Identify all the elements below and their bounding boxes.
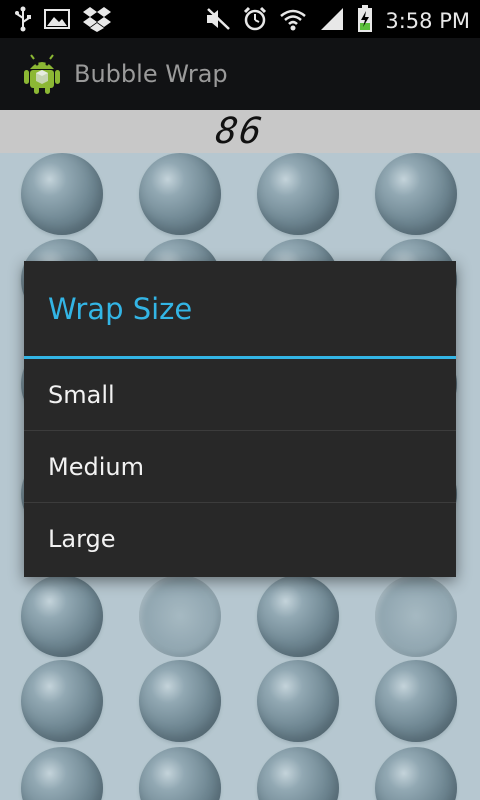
status-bar: 3:58 PM xyxy=(0,0,480,38)
bubble[interactable] xyxy=(139,660,221,742)
bubble[interactable] xyxy=(21,153,103,235)
wifi-icon xyxy=(279,7,307,35)
bubble[interactable] xyxy=(375,747,457,800)
bubble[interactable] xyxy=(257,660,339,742)
bubble-popped[interactable] xyxy=(375,575,457,657)
bubble[interactable] xyxy=(257,575,339,657)
image-icon xyxy=(44,8,70,34)
app-title: Bubble Wrap xyxy=(74,60,228,88)
option-large[interactable]: Large xyxy=(24,503,456,575)
signal-icon xyxy=(319,7,345,35)
bubble-popped[interactable] xyxy=(139,575,221,657)
action-bar: Bubble Wrap xyxy=(0,38,480,110)
mute-icon xyxy=(205,7,231,35)
battery-charging-icon xyxy=(357,5,373,37)
bubble[interactable] xyxy=(139,747,221,800)
option-medium[interactable]: Medium xyxy=(24,431,456,503)
alarm-icon xyxy=(243,6,267,36)
option-small[interactable]: Small xyxy=(24,359,456,431)
wrap-size-dialog: Wrap Size Small Medium Large xyxy=(24,261,456,577)
bubble[interactable] xyxy=(375,660,457,742)
bubble[interactable] xyxy=(21,747,103,800)
notification-icons xyxy=(14,6,112,36)
bubble[interactable] xyxy=(21,660,103,742)
system-icons: 3:58 PM xyxy=(205,5,470,37)
android-icon[interactable] xyxy=(22,53,62,95)
bubble[interactable] xyxy=(257,153,339,235)
bubble[interactable] xyxy=(257,747,339,800)
pop-counter: 86 xyxy=(213,111,267,152)
pop-counter-bar: 86 xyxy=(0,110,480,153)
usb-icon xyxy=(14,6,32,36)
bubble[interactable] xyxy=(139,153,221,235)
dialog-title: Wrap Size xyxy=(48,291,193,326)
bubble[interactable] xyxy=(21,575,103,657)
clock: 3:58 PM xyxy=(385,9,470,33)
dropbox-icon xyxy=(82,6,112,36)
bubble[interactable] xyxy=(375,153,457,235)
